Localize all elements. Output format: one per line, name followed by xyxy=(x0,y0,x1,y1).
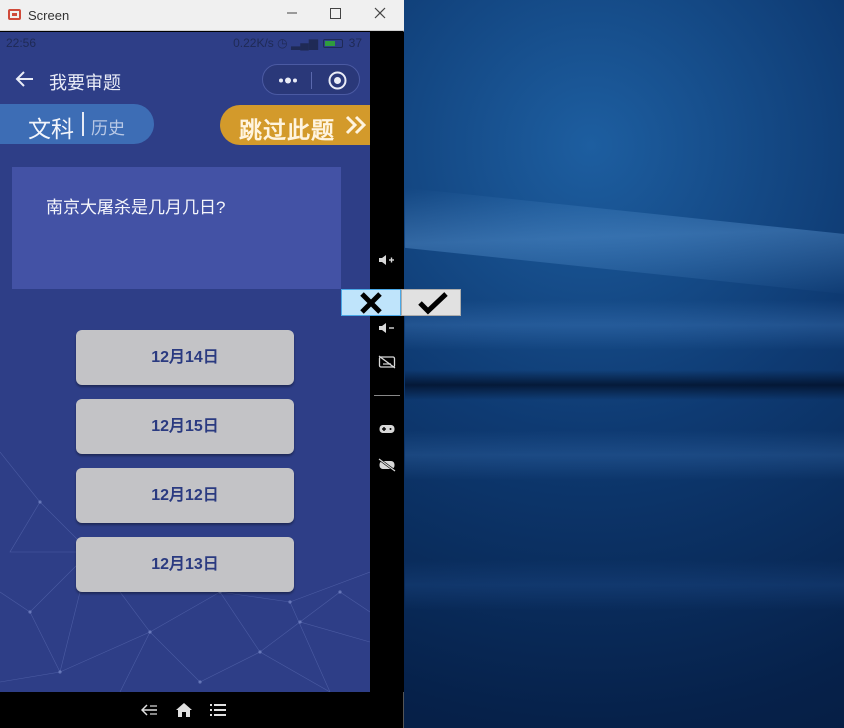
minimize-button[interactable] xyxy=(278,4,306,26)
skip-label: 跳过此题 xyxy=(239,117,335,143)
more-menu-icon[interactable] xyxy=(275,72,301,89)
window-title: Screen xyxy=(28,8,70,23)
window-titlebar[interactable]: Screen xyxy=(0,0,404,31)
subject-name: 历史 xyxy=(91,119,125,138)
screen-app-icon xyxy=(8,9,21,20)
subject-category: 文科 xyxy=(28,116,74,142)
maximize-icon xyxy=(329,8,341,19)
mark-wrong-button[interactable] xyxy=(341,289,401,316)
minimize-icon xyxy=(287,12,297,14)
maximize-button[interactable] xyxy=(321,4,349,26)
status-time: 22:56 xyxy=(6,36,37,50)
back-nav-icon[interactable] xyxy=(141,701,159,719)
checkmark-icon xyxy=(418,292,448,315)
wallpaper-light-beam xyxy=(405,300,844,350)
miniprogram-capsule xyxy=(262,64,360,95)
phone-screen: 22:56 0.22K/s ◷ ▂▄▆ 37 我要审题 文科 历史 跳过此题 南… xyxy=(0,32,370,692)
volume-up-icon[interactable] xyxy=(378,253,396,267)
android-nav-bar xyxy=(0,692,370,728)
battery-level: 37 xyxy=(348,36,362,50)
emulator-sidebar xyxy=(370,32,404,692)
question-card: 南京大屠杀是几月几日? xyxy=(12,167,341,289)
page-title: 我要审题 xyxy=(49,73,121,93)
subject-divider xyxy=(82,112,84,136)
cross-icon xyxy=(360,292,382,314)
navigation-bar: 我要审题 xyxy=(0,54,370,104)
back-arrow-icon[interactable] xyxy=(14,68,36,90)
signal-icon: ▂▄▆ xyxy=(290,36,318,50)
wallpaper-light-beam xyxy=(405,430,844,480)
gamepad-icon[interactable] xyxy=(378,422,396,436)
menu-nav-icon[interactable] xyxy=(209,701,227,719)
skip-question-button[interactable]: 跳过此题 xyxy=(220,105,370,145)
question-text: 南京大屠杀是几月几日? xyxy=(46,198,226,217)
wallpaper-light-beam xyxy=(405,560,844,610)
alarm-icon: ◷ xyxy=(277,36,288,50)
home-nav-icon[interactable] xyxy=(175,701,193,719)
wallpaper-dark-band xyxy=(405,370,844,400)
network-speed: 0.22K/s xyxy=(233,36,274,50)
sidebar-divider xyxy=(374,395,400,396)
answer-option[interactable]: 12月13日 xyxy=(76,537,294,592)
answer-option[interactable]: 12月12日 xyxy=(76,468,294,523)
emulator-window: Screen 22:56 0.22K/s ◷ ▂▄▆ 37 我要审题 文科 历史… xyxy=(0,0,404,728)
answer-option[interactable]: 12月14日 xyxy=(76,330,294,385)
status-indicators: 0.22K/s ◷ ▂▄▆ 37 xyxy=(233,36,362,50)
close-icon xyxy=(374,7,386,19)
close-miniprogram-icon[interactable] xyxy=(328,71,347,90)
keyboard-off-icon[interactable] xyxy=(378,355,396,369)
answer-feedback-widget xyxy=(341,289,461,316)
mark-correct-button[interactable] xyxy=(401,289,461,316)
capsule-divider xyxy=(311,72,312,89)
double-chevron-right-icon xyxy=(345,115,367,135)
gamepad-off-icon[interactable] xyxy=(378,458,396,472)
volume-down-icon[interactable] xyxy=(378,321,396,335)
answer-option[interactable]: 12月15日 xyxy=(76,399,294,454)
subject-tag: 文科 历史 xyxy=(0,104,154,144)
close-window-button[interactable] xyxy=(366,4,394,26)
battery-icon xyxy=(323,39,344,49)
status-bar: 22:56 0.22K/s ◷ ▂▄▆ 37 xyxy=(0,32,370,54)
wallpaper-light-beam xyxy=(405,187,844,297)
